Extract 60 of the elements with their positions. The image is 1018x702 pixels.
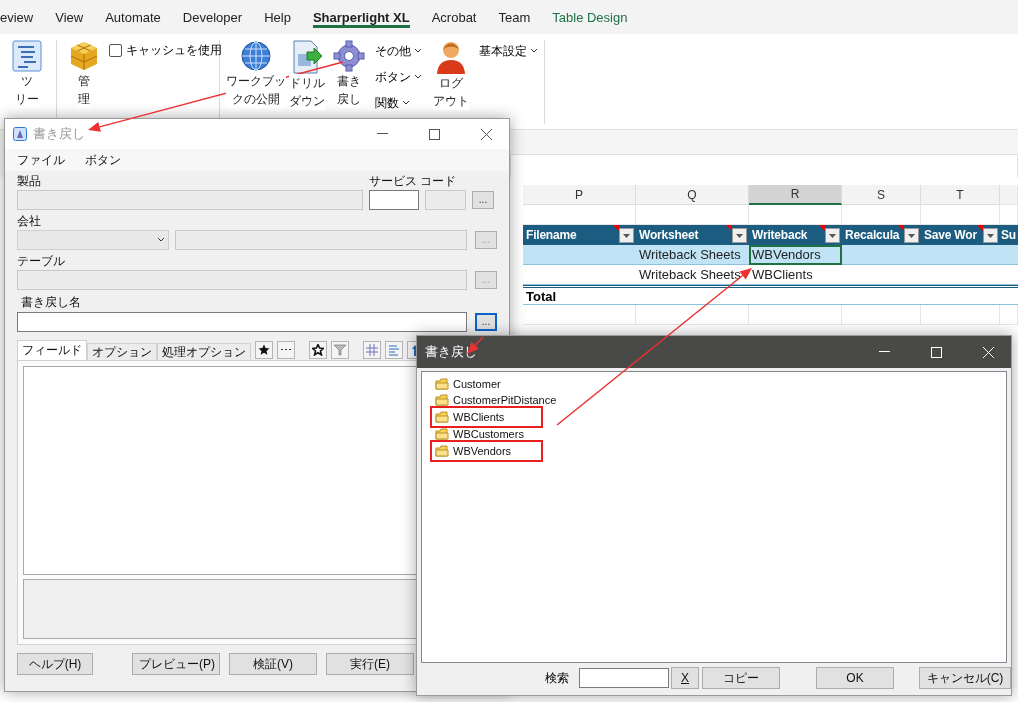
column-header[interactable]: P <box>523 185 636 205</box>
dialog-button[interactable]: プレビュー(P) <box>132 653 220 675</box>
cancel-button[interactable]: キャンセル(C) <box>919 667 1011 689</box>
dialog-button[interactable]: 実行(E) <box>326 653 414 675</box>
dropdown-menu[interactable]: 関数 <box>374 94 422 112</box>
ribbon-tab[interactable]: Automate <box>105 6 161 28</box>
field-label: テーブル <box>17 253 66 270</box>
ribbon-tab[interactable]: Acrobat <box>431 6 477 28</box>
ribbon-tab[interactable]: Team <box>498 6 531 28</box>
tree-item[interactable]: Customer <box>433 376 501 392</box>
table-header: Recalcula <box>842 225 921 245</box>
browse-button[interactable]: ... <box>472 191 494 209</box>
ribbon-tab[interactable]: Developer <box>182 6 243 28</box>
checkbox-label: キャッシュを使用 <box>126 42 222 59</box>
ribbon-tab[interactable]: Help <box>264 6 291 28</box>
table-header: Save Wor <box>921 225 1000 245</box>
field-label: 会社 <box>17 213 42 230</box>
ok-button[interactable]: OK <box>816 667 894 689</box>
table-header: Su <box>1000 225 1018 245</box>
table-cell: Writeback Sheets <box>636 245 749 265</box>
tree-item[interactable]: WBVendors <box>433 443 540 459</box>
field-label: サービス コード <box>369 173 458 190</box>
ribbon-button[interactable]: 管 理 <box>69 40 99 108</box>
menu-item[interactable]: ファイル <box>17 151 65 169</box>
ribbon-button[interactable]: ドリル ダウン <box>286 40 328 110</box>
column-header[interactable]: Q <box>636 185 749 205</box>
clear-button[interactable]: X <box>671 667 699 689</box>
browse-button[interactable]: ... <box>475 313 497 331</box>
ribbon-tab[interactable]: Sharperlight XL <box>312 6 410 28</box>
tab[interactable]: 処理オプション <box>157 343 251 360</box>
dropdown-menu[interactable]: ボタン <box>374 68 422 86</box>
dialog-button[interactable]: 検証(V) <box>229 653 317 675</box>
menu-item[interactable]: ボタン <box>85 151 121 169</box>
ribbon-tab[interactable]: Table Design <box>552 6 628 28</box>
tab[interactable]: フィールド <box>17 340 87 360</box>
column-header[interactable]: R <box>749 185 842 205</box>
field-label: 書き戻し名 <box>20 294 82 311</box>
tree-item[interactable]: CustomerPitDistance <box>433 392 557 408</box>
ribbon-button[interactable]: 書き 戻し <box>331 40 367 108</box>
table-header: Writeback <box>749 225 842 245</box>
dropdown-menu[interactable]: その他 <box>374 42 422 60</box>
table-header: Worksheet <box>636 225 749 245</box>
ribbon-button[interactable]: ログ アウト <box>431 40 471 110</box>
search-label: 検索 <box>545 669 569 687</box>
copy-button[interactable]: コピー <box>702 667 780 689</box>
table-cell: WBVendors <box>749 245 842 265</box>
ribbon-tab[interactable]: View <box>55 6 84 28</box>
tree-item[interactable]: WBClients <box>433 409 540 425</box>
table-cell: Total <box>523 285 636 305</box>
table-header: Filename <box>523 225 636 245</box>
tree-item[interactable]: WBCustomers <box>433 426 524 442</box>
ribbon-tab[interactable]: eview <box>0 6 34 28</box>
dropdown-menu[interactable]: 基本設定 <box>479 42 538 60</box>
dialog-button[interactable]: ヘルプ(H) <box>17 653 93 675</box>
column-header[interactable]: T <box>921 185 1000 205</box>
window-title: 書き戻し <box>33 125 85 143</box>
ribbon-button[interactable]: ツ リー <box>8 40 46 108</box>
tab[interactable]: オプション <box>87 343 157 360</box>
field-label: 製品 <box>17 173 42 190</box>
column-header[interactable]: S <box>842 185 921 205</box>
